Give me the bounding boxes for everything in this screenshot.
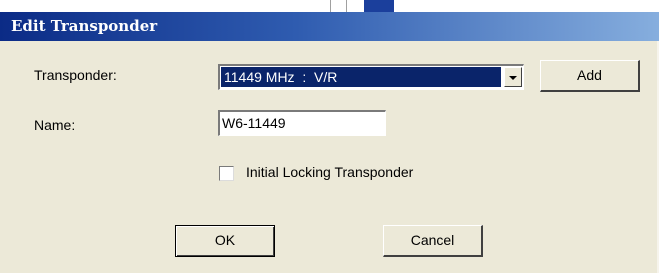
initial-locking-checkbox[interactable] bbox=[219, 166, 234, 181]
background-separator bbox=[346, 0, 347, 12]
dropdown-arrow-button[interactable] bbox=[504, 67, 522, 87]
dialog-title: Edit Transponder bbox=[11, 17, 158, 35]
add-button[interactable]: Add bbox=[540, 60, 640, 92]
dialog-title-bar[interactable]: Edit Transponder bbox=[0, 12, 659, 41]
name-field[interactable]: W6-11449 bbox=[218, 110, 386, 136]
chevron-down-icon bbox=[509, 76, 517, 80]
background-separator bbox=[330, 0, 331, 12]
name-label: Name: bbox=[34, 117, 76, 133]
initial-locking-label[interactable]: Initial Locking Transponder bbox=[246, 164, 413, 180]
cancel-button[interactable]: Cancel bbox=[383, 225, 483, 257]
background-fragment bbox=[364, 0, 394, 12]
ok-button[interactable]: OK bbox=[175, 225, 275, 257]
transponder-dropdown[interactable]: 11449 MHz : V/R bbox=[218, 64, 524, 90]
transponder-selected-value: 11449 MHz : V/R bbox=[221, 67, 501, 87]
transponder-label: Transponder: bbox=[34, 67, 117, 83]
background-window-strip bbox=[0, 0, 659, 12]
